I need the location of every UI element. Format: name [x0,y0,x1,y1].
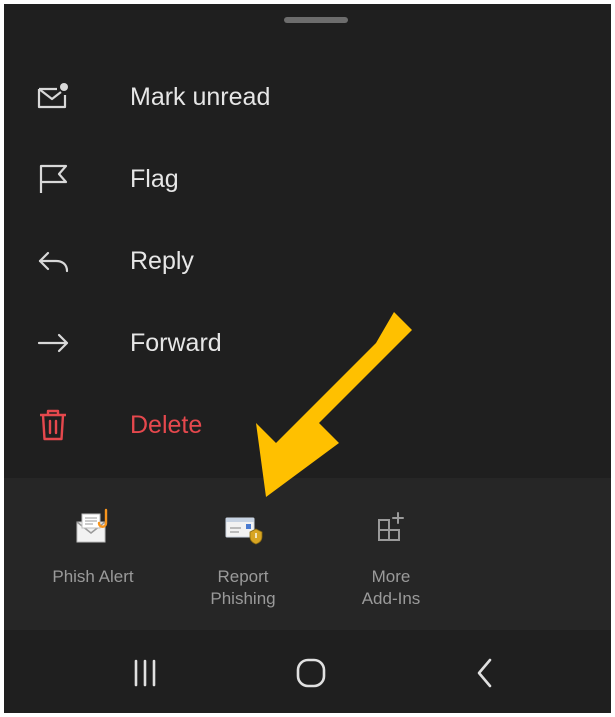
addin-more-addins[interactable]: More Add-Ins [326,478,456,630]
mail-unread-icon [37,83,68,109]
add-grid-icon [378,512,404,541]
menu-item-delete[interactable]: Delete [4,384,611,466]
addins-row: Phish Alert Report Phishing More Add-Ins [4,478,611,630]
forward-icon [37,333,69,353]
drag-handle[interactable] [284,17,348,23]
menu-item-label: Reply [130,247,194,275]
menu-item-label: Delete [130,411,203,439]
addin-label: More Add-Ins [361,567,421,608]
system-nav-bar [4,630,611,713]
report-phishing-icon [225,517,263,545]
menu-item-forward[interactable]: Forward [4,302,611,384]
phish-alert-icon [76,508,108,543]
action-sheet: Mark unread Flag Reply Forward Delete Ph… [4,4,611,713]
menu-item-label: Flag [130,165,179,193]
addin-label: Phish Alert [52,567,134,586]
menu-item-flag[interactable]: Flag [4,138,611,220]
menu-item-label: Mark unread [130,83,271,111]
addin-label: Report Phishing [210,567,276,608]
menu-item-reply[interactable]: Reply [4,220,611,302]
home-icon[interactable] [286,648,336,698]
reply-icon [38,251,69,273]
flag-icon [39,164,68,193]
addin-report-phishing[interactable]: Report Phishing [178,478,308,630]
recents-icon[interactable] [120,648,170,698]
trash-icon [40,409,66,441]
menu-item-label: Forward [130,329,222,357]
menu-item-mark-unread[interactable]: Mark unread [4,56,611,138]
addin-phish-alert[interactable]: Phish Alert [28,478,158,630]
back-icon[interactable] [460,648,510,698]
